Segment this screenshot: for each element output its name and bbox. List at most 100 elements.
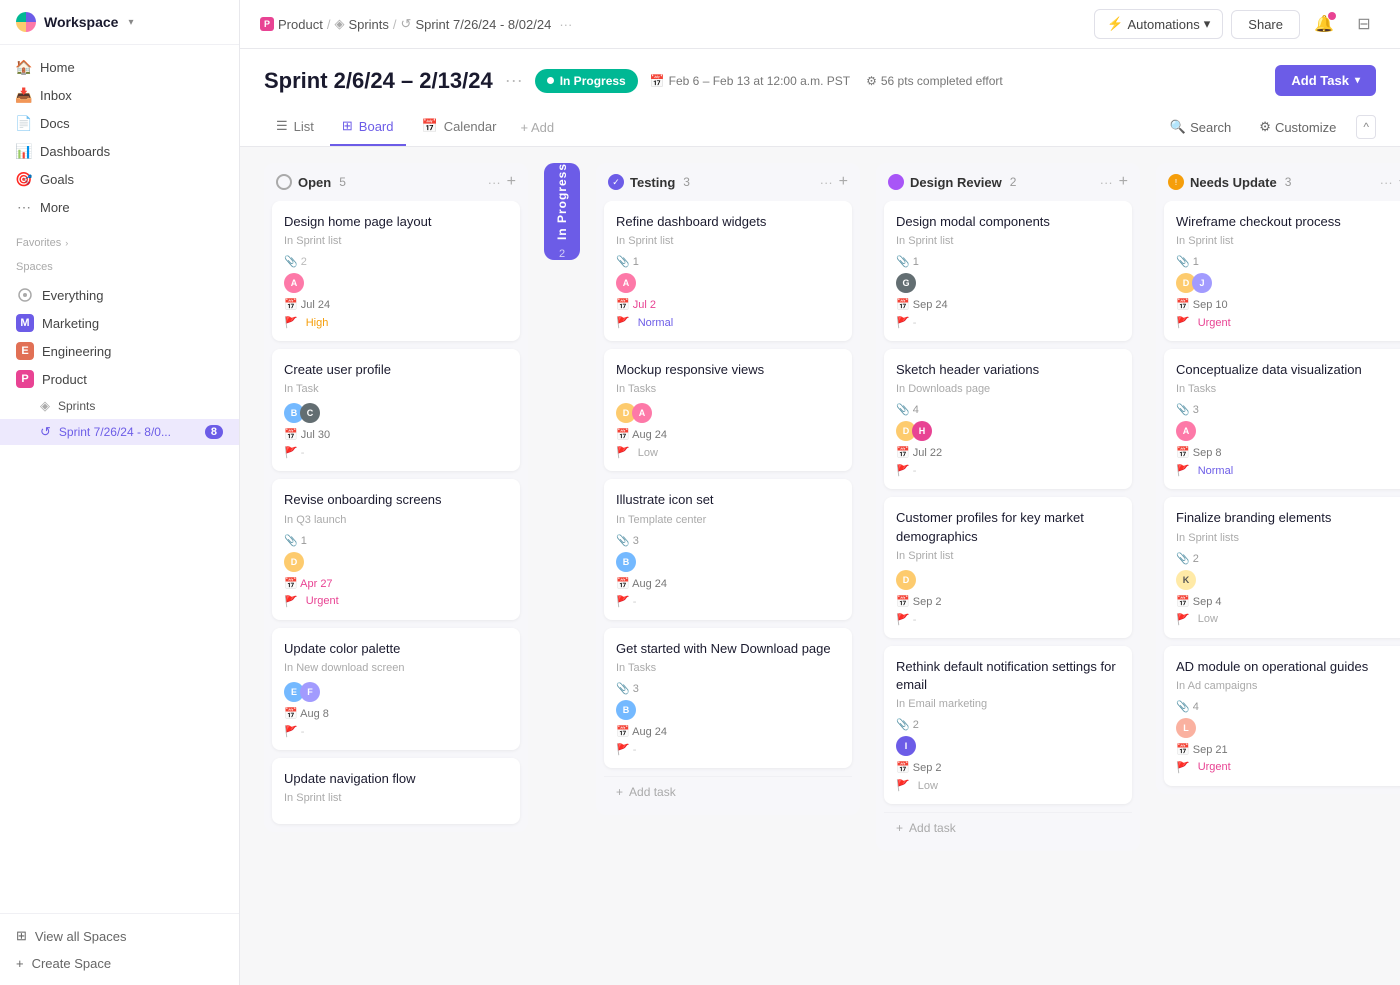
sidebar-item-marketing[interactable]: M Marketing [0,309,239,337]
breadcrumb-sprint[interactable]: ↺ Sprint 7/26/24 - 8/02/24 [401,16,552,32]
card-design-home[interactable]: Design home page layout In Sprint list 📎… [272,201,520,341]
list-tab-label: List [294,119,314,134]
notifications-button[interactable]: 🔔 [1308,8,1340,40]
sidebar-item-docs[interactable]: 📄 Docs [0,109,239,137]
avatar: B [616,700,636,720]
tab-add-button[interactable]: + Add [512,110,562,145]
card-title: Update navigation flow [284,770,508,788]
sidebar-item-product[interactable]: P Product [0,365,239,393]
avatar-group: B [616,700,636,720]
everything-label: Everything [42,288,103,303]
sidebar-header[interactable]: Workspace ▾ [0,0,239,45]
sidebar-item-sprint-current[interactable]: ↺ Sprint 7/26/24 - 8/0... 8 [0,419,239,445]
card-title: Design modal components [896,213,1120,231]
card-finalize-branding[interactable]: Finalize branding elements In Sprint lis… [1164,497,1400,637]
engineering-label: Engineering [42,344,111,359]
status-label: In Progress [560,74,626,88]
card-revise-onboarding[interactable]: Revise onboarding screens In Q3 launch 📎… [272,479,520,619]
search-tab-icon: 🔍 [1170,119,1186,135]
card-mockup-responsive[interactable]: Mockup responsive views In Tasks D A 📅 A… [604,349,852,471]
design-review-add-task[interactable]: + Add task [884,812,1132,843]
card-priority-row: 🚩 Normal [616,316,840,329]
avatar: L [1176,718,1196,738]
sprint-date-meta: 📅 Feb 6 – Feb 13 at 12:00 a.m. PST [650,74,850,88]
card-conceptualize-data[interactable]: Conceptualize data visualization In Task… [1164,349,1400,489]
card-title: Mockup responsive views [616,361,840,379]
card-refine-dashboard[interactable]: Refine dashboard widgets In Sprint list … [604,201,852,341]
card-create-user[interactable]: Create user profile In Task B C 📅 Jul 30 [272,349,520,471]
card-avatar-row: I [896,736,1120,756]
attach-count: 📎 4 [1176,700,1199,713]
share-button[interactable]: Share [1231,10,1300,39]
card-priority-row: 🚩 Urgent [284,595,508,608]
avatar: D [896,570,916,590]
design-review-col-add-icon[interactable]: + [1119,173,1128,191]
automations-button[interactable]: ⚡ Automations ▾ [1094,9,1223,39]
breadcrumb-sprints[interactable]: ◈ Sprints [334,16,388,32]
sidebar-item-inbox[interactable]: 📥 Inbox [0,81,239,109]
tab-board[interactable]: ⊞ Board [330,108,406,146]
card-rethink-notification[interactable]: Rethink default notification settings fo… [884,646,1132,804]
attach-count: 📎 1 [616,255,639,268]
card-date-row: 📅 Jul 30 [284,428,508,441]
card-wireframe-checkout[interactable]: Wireframe checkout process In Sprint lis… [1164,201,1400,341]
card-priority-row: 🚩 Low [896,779,1120,792]
sidebar-item-dashboards[interactable]: 📊 Dashboards [0,137,239,165]
collapse-button[interactable]: ^ [1356,115,1376,139]
needs-update-col-more-icon[interactable]: ··· [1380,175,1393,190]
card-avatar-row: D [896,570,1120,590]
card-design-modal[interactable]: Design modal components In Sprint list 📎… [884,201,1132,341]
sprints-icon: ◈ [40,398,50,414]
sidebar-item-goals[interactable]: 🎯 Goals [0,165,239,193]
sidebar-item-engineering[interactable]: E Engineering [0,337,239,365]
spaces-list: Everything M Marketing E Engineering P P… [0,277,239,449]
card-row: 📎 1 [896,255,1120,268]
card-update-color[interactable]: Update color palette In New download scr… [272,628,520,750]
card-update-nav[interactable]: Update navigation flow In Sprint list [272,758,520,824]
card-priority-row: 🚩 High [284,316,508,329]
avatar-group: L [1176,718,1196,738]
customize-tab-label: Customize [1275,120,1336,135]
testing-col-add-icon[interactable]: + [839,173,848,191]
card-ad-module[interactable]: AD module on operational guides In Ad ca… [1164,646,1400,786]
avatar: A [616,273,636,293]
create-space-button[interactable]: + Create Space [0,950,239,977]
open-col-add-icon[interactable]: + [507,173,516,191]
customize-tab-icon: ⚙ [1259,119,1271,135]
tab-list[interactable]: ☰ List [264,108,326,146]
card-sketch-header[interactable]: Sketch header variations In Downloads pa… [884,349,1132,489]
column-design-review: Design Review 2 ··· + Design modal compo… [876,163,1140,851]
sidebar-item-home[interactable]: 🏠 Home [0,53,239,81]
attach-count: 📎 2 [1176,552,1199,565]
sidebar-item-everything[interactable]: Everything [0,281,239,309]
view-all-spaces-button[interactable]: ⊞ View all Spaces [0,922,239,950]
testing-col-more-icon[interactable]: ··· [820,175,833,190]
tab-calendar[interactable]: 📅 Calendar [410,108,509,146]
card-date: 📅 Jul 2 [616,298,656,311]
card-customer-profiles[interactable]: Customer profiles for key market demogra… [884,497,1132,637]
design-review-col-more-icon[interactable]: ··· [1100,175,1113,190]
card-priority-row: 🚩 - [616,595,840,608]
add-task-button[interactable]: Add Task ▾ [1275,65,1376,96]
sidebar-item-more[interactable]: ⋯ More [0,193,239,221]
avatar: A [284,273,304,293]
board-tab-icon: ⊞ [342,118,353,134]
card-illustrate-icon[interactable]: Illustrate icon set In Template center 📎… [604,479,852,619]
customize-tab-button[interactable]: ⚙ Customize [1251,113,1344,141]
needs-update-col-cards: Wireframe checkout process In Sprint lis… [1156,201,1400,794]
card-get-started-download[interactable]: Get started with New Download page In Ta… [604,628,852,768]
search-tab-button[interactable]: 🔍 Search [1162,113,1239,141]
tab-bar: ☰ List ⊞ Board 📅 Calendar + Add 🔍 Search [240,108,1400,147]
sidebar-more-label: More [40,200,70,215]
open-col-more-icon[interactable]: ··· [488,175,501,190]
design-review-col-title: Design Review [910,175,1002,190]
testing-add-task[interactable]: + Add task [604,776,852,807]
card-title: Conceptualize data visualization [1176,361,1400,379]
breadcrumb-product[interactable]: P Product [260,17,323,32]
sprint-more-icon[interactable]: ··· [505,70,523,91]
priority-label: 🚩 - [284,725,304,738]
layout-button[interactable]: ⊟ [1348,8,1380,40]
sidebar-item-sprints[interactable]: ◈ Sprints [0,393,239,419]
topbar-more-icon[interactable]: ··· [559,17,572,32]
column-open: Open 5 ··· + Design home page layout In … [264,163,528,832]
